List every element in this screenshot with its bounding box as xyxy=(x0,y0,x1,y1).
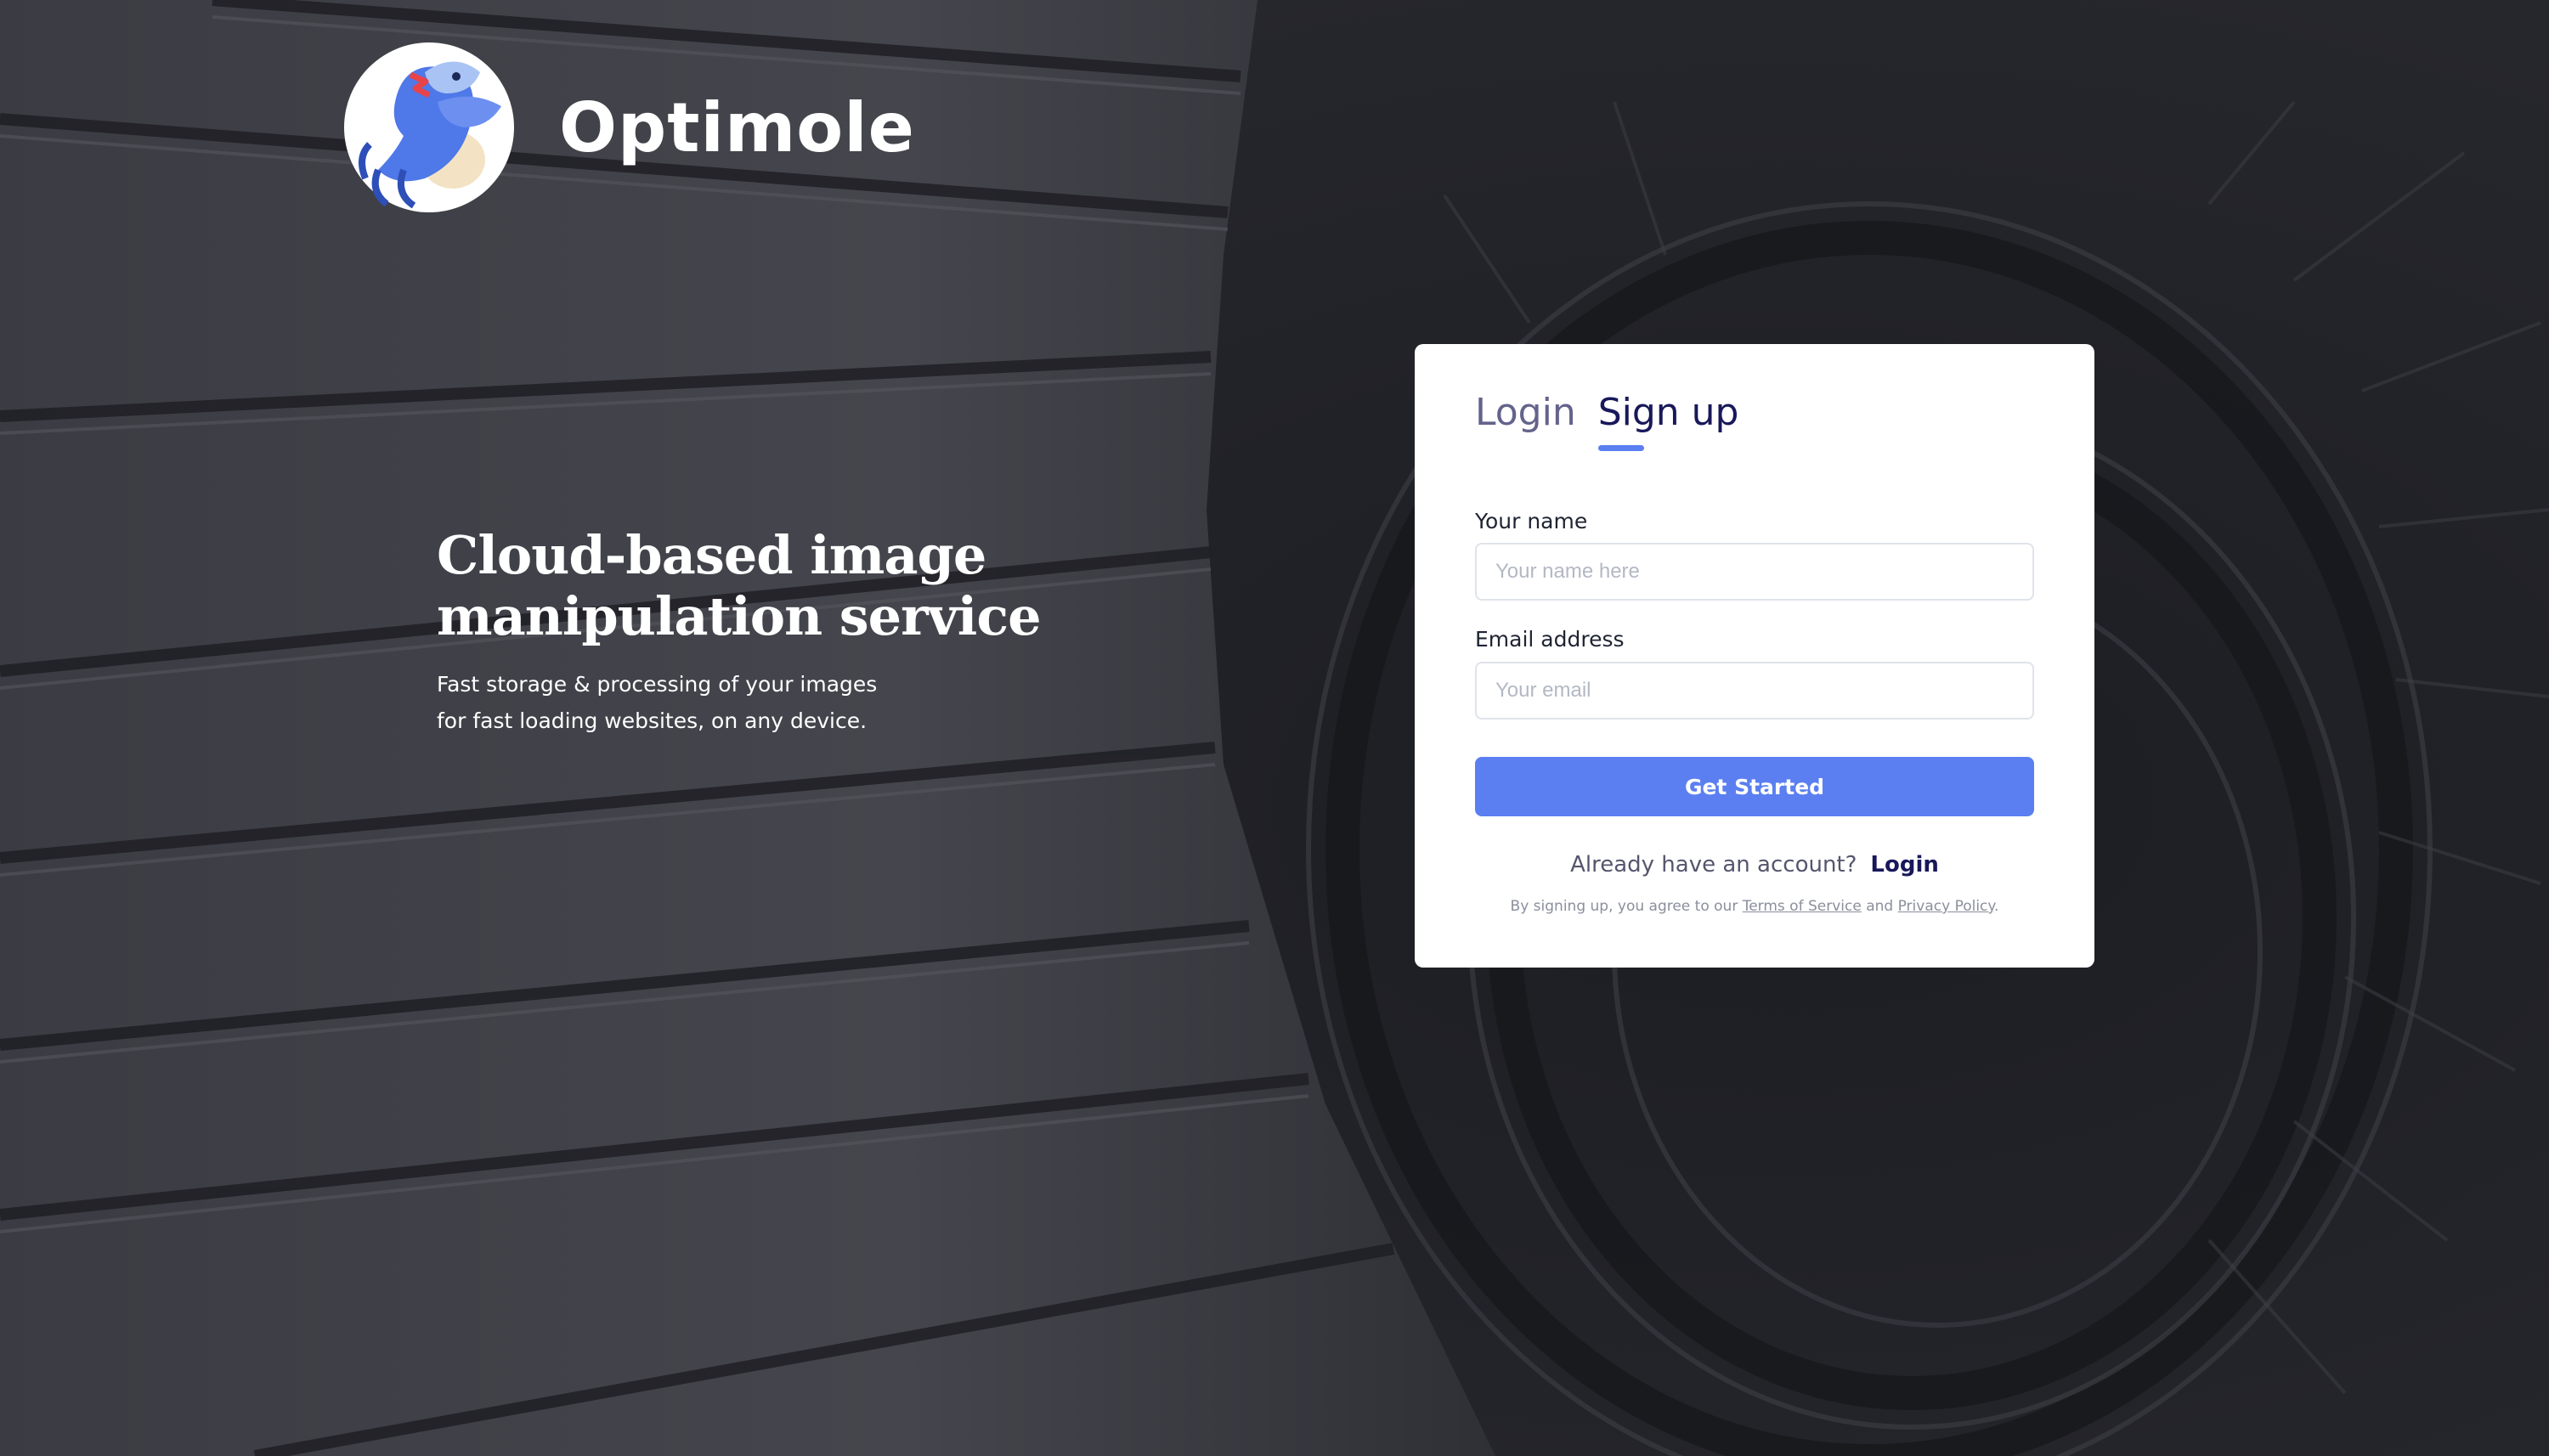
email-field-label: Email address xyxy=(1475,627,1625,652)
background-image xyxy=(0,0,2549,1456)
hero-subtext-line1: Fast storage & processing of your images xyxy=(437,672,878,697)
signup-card: Login Sign up Your name Email address Ge… xyxy=(1415,344,2094,968)
hero-headline-line1: Cloud-based image xyxy=(437,524,986,586)
hero-headline: Cloud-based image manipulation service xyxy=(437,525,1082,647)
tab-signup[interactable]: Sign up xyxy=(1597,391,1738,451)
privacy-policy-link[interactable]: Privacy Policy xyxy=(1898,898,1994,915)
get-started-button[interactable]: Get Started xyxy=(1475,757,2034,816)
login-link[interactable]: Login xyxy=(1870,852,1938,878)
tab-login[interactable]: Login xyxy=(1475,391,1576,451)
brand-logo[interactable]: Optimole xyxy=(344,42,915,212)
email-field[interactable] xyxy=(1475,662,2034,720)
terms-prefix: By signing up, you agree to our xyxy=(1510,898,1738,915)
terms-of-service-link[interactable]: Terms of Service xyxy=(1743,898,1862,915)
octopus-mascot-icon xyxy=(344,42,514,212)
hero-subtext-line2: for fast loading websites, on any device… xyxy=(437,708,868,733)
name-field[interactable] xyxy=(1475,543,2034,601)
already-have-account: Already have an account? Login xyxy=(1475,852,2034,878)
name-field-label: Your name xyxy=(1475,509,1588,533)
terms-and: and xyxy=(1866,898,1894,915)
brand-name: Optimole xyxy=(559,87,915,167)
hero-section: Cloud-based image manipulation service F… xyxy=(437,525,1082,739)
hero-subtext: Fast storage & processing of your images… xyxy=(437,666,1082,739)
terms-suffix: . xyxy=(1994,898,1999,915)
hero-headline-line2: manipulation service xyxy=(437,585,1042,647)
already-text: Already have an account? xyxy=(1570,852,1857,878)
terms-notice: By signing up, you agree to our Terms of… xyxy=(1475,898,2034,915)
auth-tabs: Login Sign up xyxy=(1475,391,1738,451)
